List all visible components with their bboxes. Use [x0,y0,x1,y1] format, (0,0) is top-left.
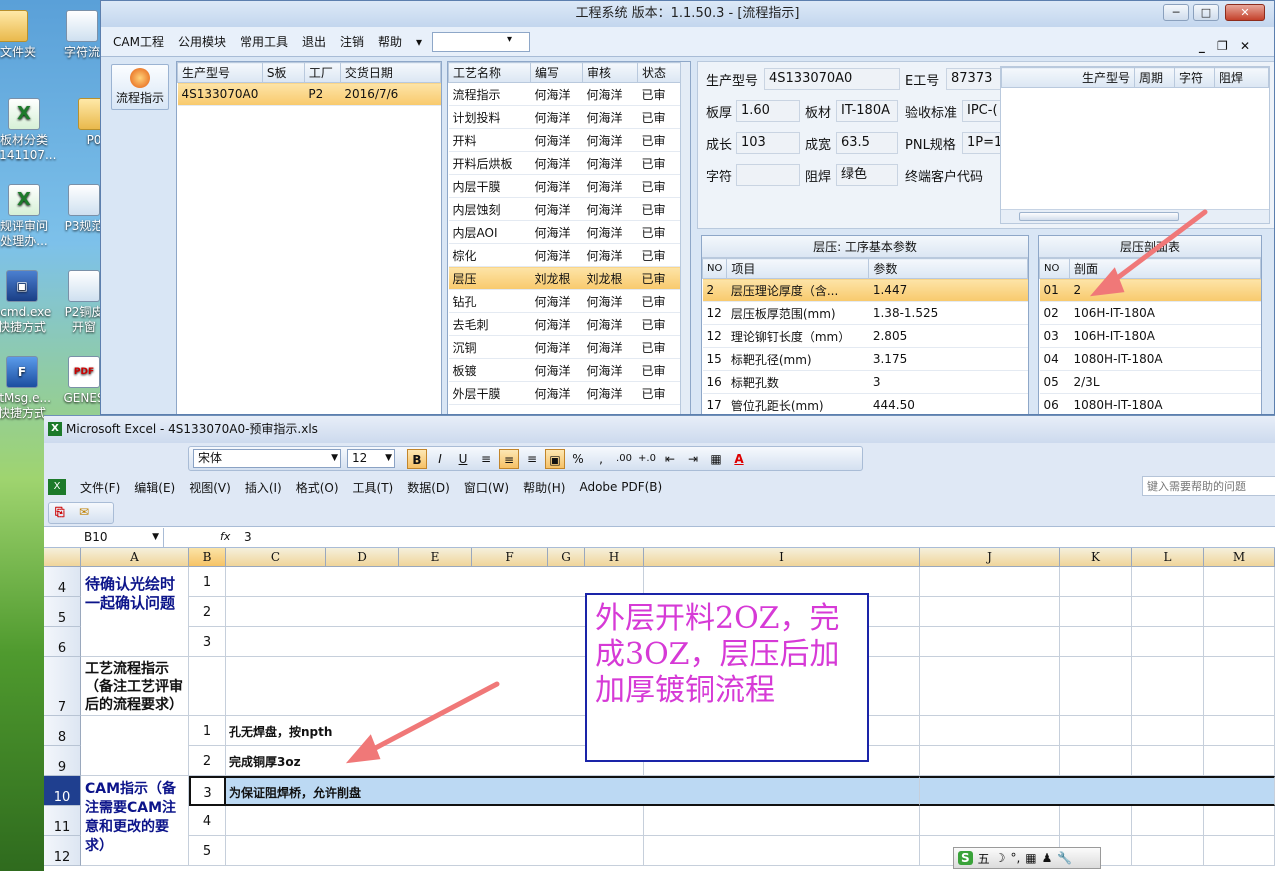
user-icon[interactable]: ♟ [1042,851,1053,865]
ime-mode-button[interactable]: 五 [978,850,990,867]
arrow-stack-head [1089,267,1125,297]
moon-icon[interactable]: ☽ [995,851,1006,865]
arrow-stack-line [1105,209,1208,288]
annotation-arrows [345,209,1208,764]
ime-logo-icon[interactable]: S [958,851,973,865]
arrow-cell-line [363,681,500,756]
ime-toolbar: S 五 ☽ °, ▦ ♟ 🔧 [953,847,1101,869]
wrench-icon[interactable]: 🔧 [1057,851,1072,865]
arrow-cell-head [345,734,381,764]
keyboard-icon[interactable]: ▦ [1025,851,1036,865]
punctuation-icon[interactable]: °, [1010,851,1020,865]
